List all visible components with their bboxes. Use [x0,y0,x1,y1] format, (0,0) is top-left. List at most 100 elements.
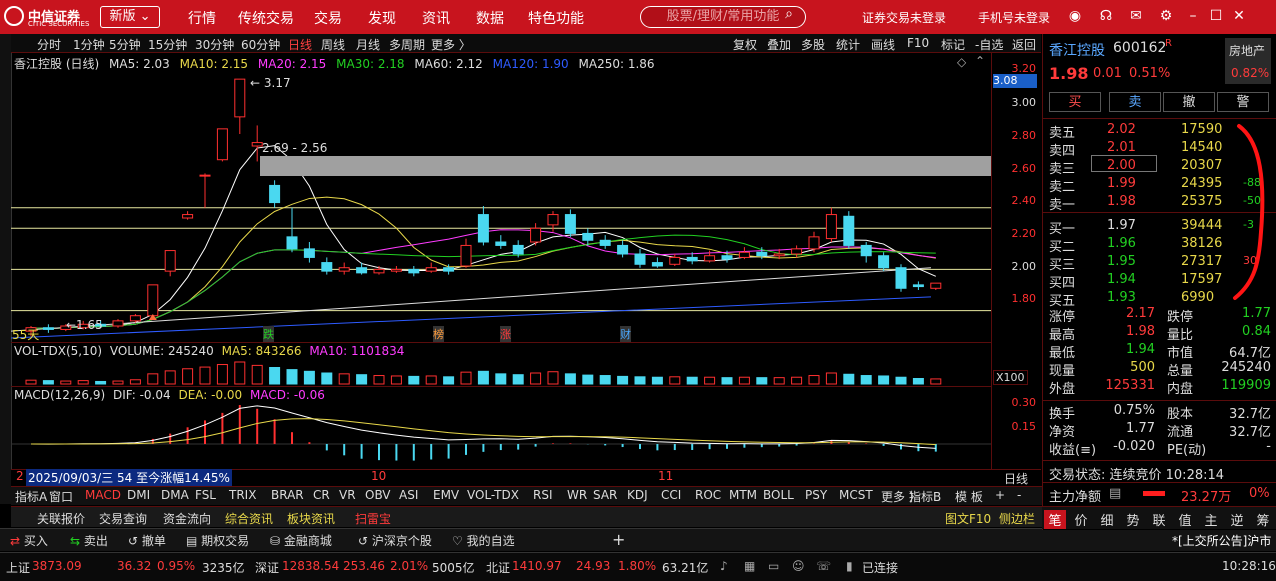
order-price[interactable]: 1.93 [1107,290,1136,305]
period-tab[interactable]: 多周期 [389,36,425,53]
event-marker[interactable]: 涨 [500,326,511,342]
bell-icon[interactable]: ♪ [720,559,728,573]
nav-news[interactable]: 资讯 [422,8,450,28]
period-tab[interactable]: 30分钟 [195,36,234,53]
indicator-tab[interactable]: WR [567,488,587,502]
phone-login-link[interactable]: 手机号未登录 [978,9,1050,26]
indicator-tab[interactable]: PSY [805,488,827,502]
indicator-tab[interactable]: MACD [85,488,121,502]
detail-tab[interactable]: 联 [1148,510,1170,529]
tab-risk-scan[interactable]: 扫雷宝 [355,510,391,527]
indicator-tab[interactable]: KDJ [627,488,648,502]
indicator-tab[interactable]: VR [339,488,356,502]
period-tab[interactable]: 5分钟 [109,36,141,53]
indicator-tab[interactable]: CR [313,488,330,502]
mall-action[interactable]: ⛁ 金融商城 [270,532,332,549]
tab-sector-news[interactable]: 板块资讯 [287,510,335,527]
tool-stats[interactable]: 统计 [836,36,860,53]
period-more[interactable]: 更多 〉 [431,36,471,53]
nav-data[interactable]: 数据 [476,8,504,28]
app-badge-icon[interactable]: ◉ [1066,8,1084,24]
detail-tab[interactable]: 主 [1200,510,1222,529]
order-price[interactable]: 1.98 [1107,194,1136,209]
table-icon[interactable]: ▤ [1109,486,1121,501]
search-icon[interactable]: ⌕ [780,6,798,22]
order-price[interactable]: 1.94 [1107,272,1136,287]
period-tab-active[interactable]: 日线 [288,36,312,53]
nav-market[interactable]: 行情 [188,8,216,28]
tool-remove-watch[interactable]: -自选 [975,36,1003,53]
detail-tab[interactable]: 逆 [1226,510,1248,529]
tool-draw[interactable]: 画线 [871,36,895,53]
indicator-tab[interactable]: VOL-TDX [467,488,519,502]
indicator-tab[interactable]: OBV [365,488,391,502]
detail-tab[interactable]: 筹 [1252,510,1274,529]
indicator-tab[interactable]: ROC [695,488,721,502]
event-marker[interactable]: 榜 [433,326,444,342]
indicator-tab[interactable]: BRAR [271,488,304,502]
version-button[interactable]: 新版 ⌄ [100,6,160,28]
tool-back[interactable]: 返回 [1012,36,1036,53]
chat-icon[interactable]: ☏ [816,559,831,573]
macd-chart[interactable] [11,404,991,468]
sell-button[interactable]: 卖 [1109,92,1161,112]
monitor-icon[interactable]: ▭ [768,559,779,573]
watchlist-action[interactable]: ♡ 我的自选 [452,532,515,549]
indicator-tab[interactable]: 指标A [15,488,47,505]
indicator-right-tab[interactable]: 指标B [909,488,941,505]
tool-fuquan[interactable]: 复权 [733,36,757,53]
add-icon[interactable]: + [612,530,625,549]
nav-classic-trade[interactable]: 传统交易 [238,8,294,28]
indicator-tab[interactable]: DMA [161,488,189,502]
detail-tab[interactable]: 价 [1070,510,1092,529]
cancel-button[interactable]: 撤 [1163,92,1215,112]
tab-fund-flow[interactable]: 资金流向 [163,510,211,527]
tab-news[interactable]: 综合资讯 [225,510,273,527]
candlestick-chart[interactable] [11,52,991,342]
indicator-tab[interactable]: 窗口 [49,488,73,505]
tab-trade-query[interactable]: 交易查询 [99,510,147,527]
indicator-tab[interactable]: FSL [195,488,216,502]
index-value[interactable]: 1410.97 [512,559,562,573]
detail-tab[interactable]: 细 [1096,510,1118,529]
order-price[interactable]: 1.96 [1107,236,1136,251]
tool-overlay[interactable]: 叠加 [767,36,791,53]
sell-action[interactable]: ⇆ 卖出 [70,532,108,549]
nav-discover[interactable]: 发现 [368,8,396,28]
tab-sidebar[interactable]: 侧边栏 [999,510,1035,527]
headset-icon[interactable]: ☊ [1097,8,1115,24]
indicator-tab[interactable]: BOLL [763,488,794,502]
grid-icon[interactable]: ▦ [744,559,755,573]
tab-f10[interactable]: 图文F10 [945,510,991,527]
cancel-action[interactable]: ↺ 撤单 [128,532,166,549]
order-price[interactable]: 1.99 [1107,176,1136,191]
minimize-icon[interactable]: – [1184,8,1202,24]
period-tab[interactable]: 分时 [37,36,61,53]
volume-chart[interactable] [11,360,991,386]
order-price[interactable]: 1.97 [1107,218,1136,233]
mail-icon[interactable]: ✉ [1127,8,1145,24]
stocks-action[interactable]: ↺ 沪深京个股 [358,532,432,549]
indicator-tab[interactable]: RSI [533,488,553,502]
person-icon[interactable]: ☺ [792,559,805,573]
indicator-right-tab[interactable]: + [995,488,1005,502]
indicator-tab[interactable]: TRIX [229,488,256,502]
nav-trade[interactable]: 交易 [314,8,342,28]
period-tab[interactable]: 15分钟 [148,36,187,53]
period-tab[interactable]: 1分钟 [73,36,105,53]
options-action[interactable]: ▤ 期权交易 [186,532,249,549]
close-icon[interactable]: ✕ [1230,8,1248,24]
indicator-tab[interactable]: MTM [729,488,757,502]
period-tab[interactable]: 月线 [356,36,380,53]
tab-related-quote[interactable]: 关联报价 [37,510,85,527]
detail-tab[interactable]: 值 [1174,510,1196,529]
period-tab[interactable]: 周线 [321,36,345,53]
detail-tab[interactable]: 势 [1122,510,1144,529]
buy-action[interactable]: ⇄ 买入 [10,532,48,549]
alert-button[interactable]: 警 [1217,92,1269,112]
trade-login-link[interactable]: 证券交易未登录 [862,9,946,26]
indicator-tab[interactable]: CCI [661,488,681,502]
order-price[interactable]: 1.95 [1107,254,1136,269]
indicator-right-tab[interactable]: - [1017,488,1021,502]
tool-multi[interactable]: 多股 [801,36,825,53]
